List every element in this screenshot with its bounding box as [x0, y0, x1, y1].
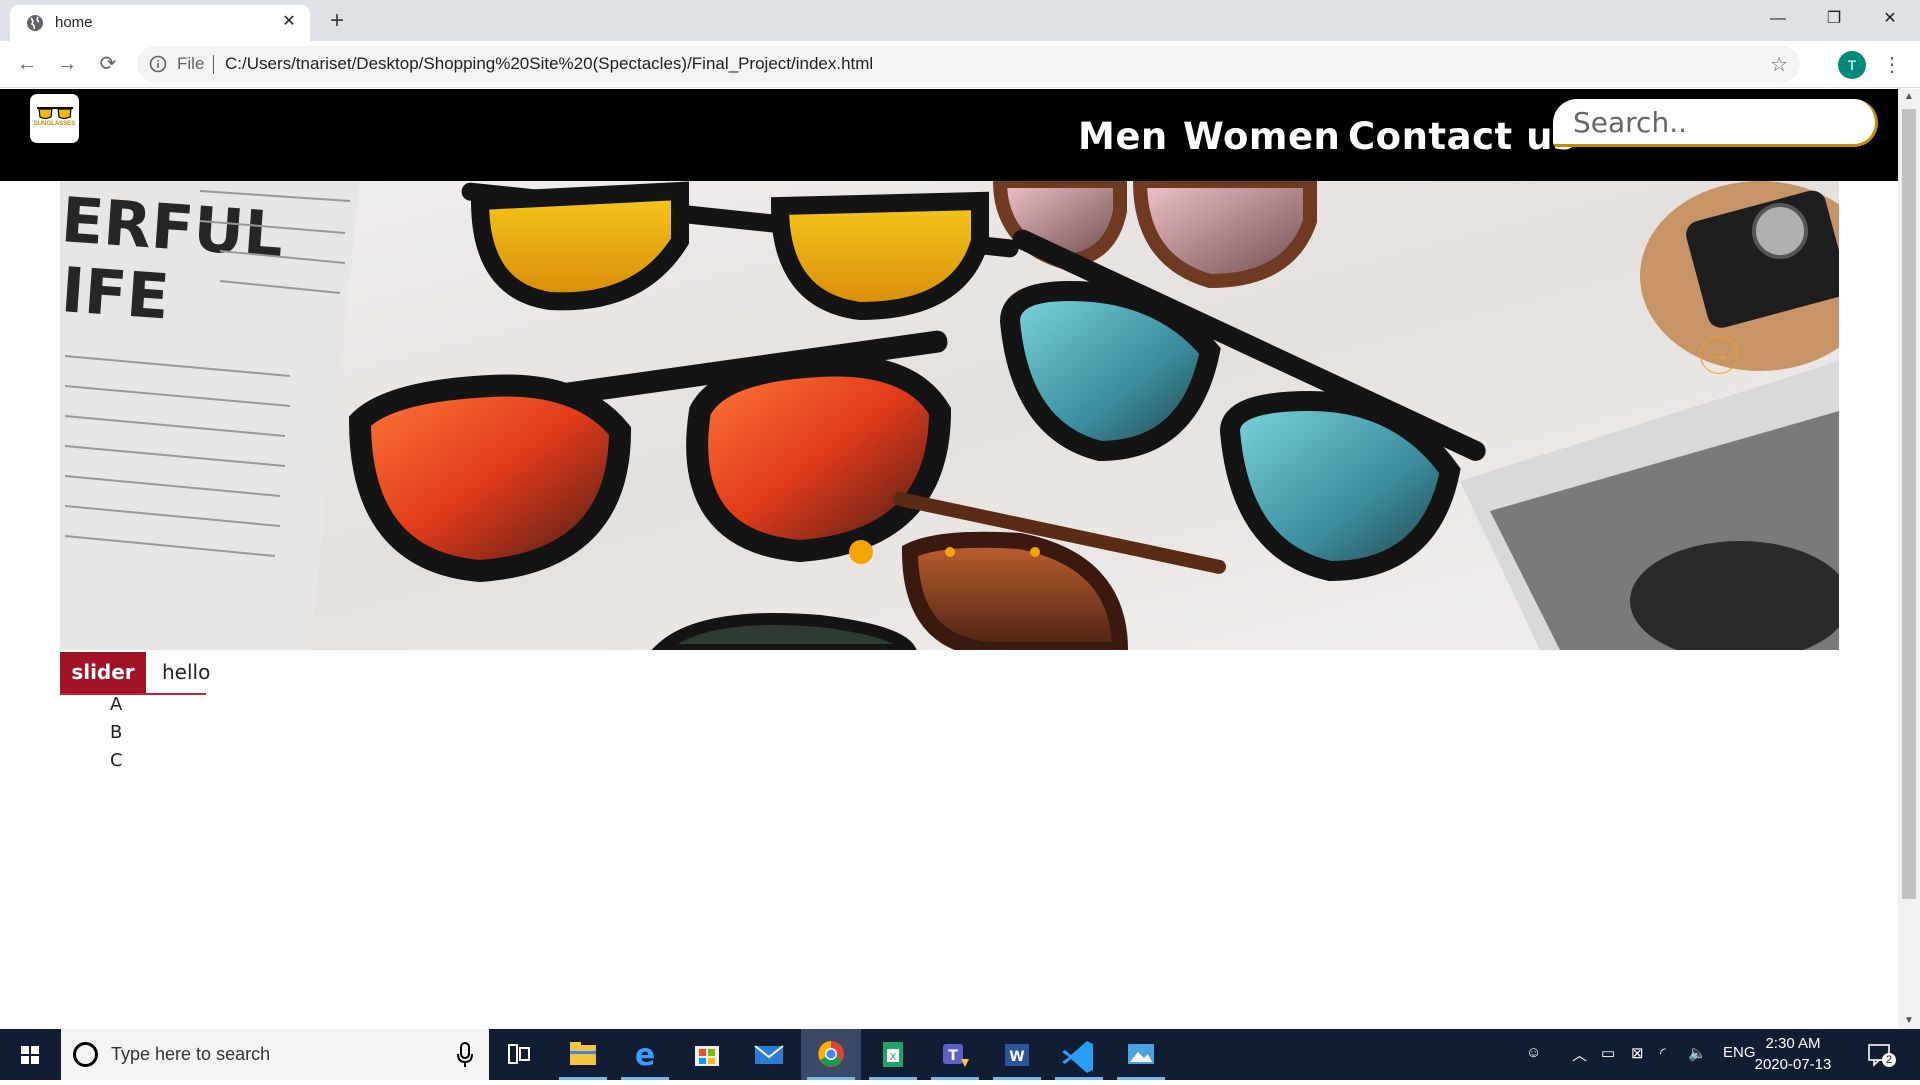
nav-women[interactable]: Women — [1183, 115, 1340, 158]
task-view-icon[interactable] — [489, 1029, 549, 1080]
page-viewport: SUNGLASSES Men Women Contact us Search..… — [0, 89, 1898, 1029]
slider-dot[interactable] — [1030, 547, 1040, 557]
new-tab-button[interactable]: + — [324, 8, 350, 34]
svg-text:e: e — [635, 1038, 655, 1073]
mail-icon[interactable] — [739, 1029, 799, 1080]
list-item: A — [110, 694, 123, 715]
battery-icon[interactable]: ▭ — [1601, 1044, 1615, 1062]
profile-avatar[interactable]: T — [1838, 51, 1866, 79]
globe-icon — [27, 15, 43, 31]
people-icon[interactable]: ☺ — [1526, 1044, 1541, 1061]
photos-icon[interactable] — [1111, 1029, 1171, 1080]
slider-next-arrow-icon[interactable]: → — [1700, 336, 1738, 374]
forward-arrow-icon[interactable]: → — [53, 50, 81, 78]
chrome-icon[interactable] — [801, 1029, 861, 1080]
sunglasses-hero-image: ERFUL IFE — [60, 181, 1839, 650]
search-input[interactable] — [1571, 105, 1861, 139]
tab-hello[interactable]: hello — [162, 652, 210, 693]
tab-close-icon[interactable]: ✕ — [278, 11, 300, 33]
scroll-down-arrow-icon[interactable]: ▼ — [1898, 1013, 1920, 1029]
slider-dot[interactable] — [945, 547, 955, 557]
logo-text: SUNGLASSES — [33, 121, 76, 127]
vscode-icon[interactable] — [1049, 1029, 1109, 1080]
cortana-icon — [73, 1042, 98, 1067]
browser-menu-icon[interactable]: ⋮ — [1880, 51, 1904, 79]
page-scrollbar[interactable]: ▲ ▼ — [1898, 89, 1920, 1029]
hero-slider: ERFUL IFE → — [60, 181, 1839, 650]
notification-count-badge: 2 — [1882, 1053, 1896, 1067]
clock-date: 2020-07-13 — [1754, 1056, 1832, 1073]
windows-start-icon[interactable] — [0, 1029, 60, 1080]
scroll-up-arrow-icon[interactable]: ▲ — [1898, 89, 1920, 105]
language-indicator[interactable]: ENG — [1723, 1044, 1756, 1061]
svg-text:T: T — [948, 1048, 958, 1064]
browser-tabstrip: home ✕ + — ❐ ✕ — [0, 0, 1920, 41]
edge-icon[interactable]: e — [615, 1029, 675, 1080]
microphone-icon[interactable] — [455, 1041, 475, 1069]
address-url[interactable]: C:/Users/tnariset/Desktop/Shopping%20Sit… — [225, 54, 873, 74]
restore-button[interactable]: ❐ — [1806, 0, 1862, 38]
site-header: SUNGLASSES Men Women Contact us — [0, 89, 1898, 181]
site-search — [1553, 99, 1878, 147]
file-explorer-icon[interactable] — [553, 1029, 613, 1080]
scrollbar-thumb[interactable] — [1902, 109, 1916, 899]
show-hidden-icons-chevron-icon[interactable]: ︿ — [1572, 1044, 1587, 1065]
store-icon[interactable] — [677, 1029, 737, 1080]
back-arrow-icon[interactable]: ← — [13, 50, 41, 78]
tab-slider[interactable]: slider — [60, 652, 146, 693]
site-logo[interactable]: SUNGLASSES — [30, 94, 79, 143]
slider-dot-active[interactable] — [849, 540, 873, 564]
list-item: B — [110, 722, 123, 743]
tab-title: home — [55, 14, 93, 31]
svg-text:W: W — [1009, 1049, 1024, 1065]
svg-text:IFE: IFE — [60, 253, 172, 333]
nav-contact-us[interactable]: Contact us — [1348, 115, 1575, 158]
info-icon[interactable] — [149, 55, 167, 73]
browser-tab[interactable]: home ✕ — [10, 5, 310, 41]
taskbar-search-placeholder: Type here to search — [111, 1044, 271, 1064]
address-scheme: File — [177, 54, 205, 73]
browser-toolbar: ← → ⟳ File C:/Users/tnariset/Desktop/Sho… — [0, 41, 1920, 88]
security-alert-icon[interactable]: ⊠ — [1631, 1044, 1644, 1062]
windows-taskbar: Type here to search e X T W ☺ ︿ ▭ ⊠ ◜ 🔈 … — [0, 1029, 1920, 1080]
content-tabs: slider hello — [60, 652, 210, 695]
svg-text:X: X — [890, 1052, 897, 1063]
taskbar-search[interactable]: Type here to search — [61, 1029, 489, 1080]
reload-icon[interactable]: ⟳ — [94, 50, 122, 78]
clock-time: 2:30 AM — [1765, 1035, 1821, 1052]
close-window-button[interactable]: ✕ — [1862, 0, 1918, 38]
minimize-button[interactable]: — — [1750, 0, 1806, 38]
taskbar-clock[interactable]: 2:30 AM 2020-07-13 — [1752, 1033, 1834, 1075]
excel-icon[interactable]: X — [863, 1029, 923, 1080]
bookmark-star-icon[interactable]: ☆ — [1770, 52, 1788, 77]
address-separator — [213, 55, 214, 74]
wifi-icon[interactable]: ◜ — [1660, 1044, 1666, 1062]
word-icon[interactable]: W — [987, 1029, 1047, 1080]
teams-icon[interactable]: T — [925, 1029, 985, 1080]
list-item: C — [110, 750, 123, 771]
action-center-icon[interactable]: 2 — [1866, 1041, 1896, 1069]
volume-icon[interactable]: 🔈 — [1688, 1044, 1707, 1062]
address-bar[interactable]: File C:/Users/tnariset/Desktop/Shopping%… — [137, 46, 1800, 82]
sunglasses-logo-icon — [37, 107, 73, 120]
nav-men[interactable]: Men — [1078, 115, 1168, 158]
